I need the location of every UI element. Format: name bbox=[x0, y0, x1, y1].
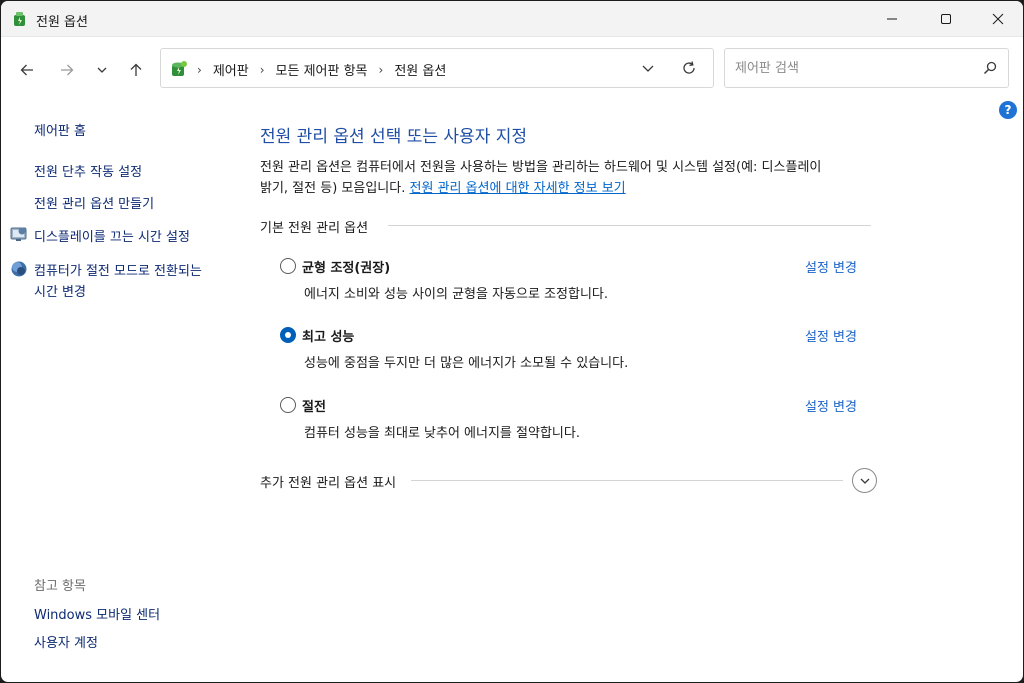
plan-power-saver-change-settings-link[interactable]: 설정 변경 bbox=[805, 396, 857, 415]
plan-power-saver-name[interactable]: 절전 bbox=[302, 396, 326, 415]
page-description: 전원 관리 옵션은 컴퓨터에서 전원을 사용하는 방법을 관리하는 하드웨어 및… bbox=[260, 157, 870, 199]
more-info-link[interactable]: 전원 관리 옵션에 대한 자세한 정보 보기 bbox=[409, 181, 625, 196]
maximize-button[interactable] bbox=[923, 1, 969, 37]
plan-power-saver-radio[interactable] bbox=[280, 397, 296, 413]
sidebar-item-control-panel-home[interactable]: 제어판 홈 bbox=[34, 120, 86, 139]
page-title: 전원 관리 옵션 선택 또는 사용자 지정 bbox=[260, 127, 528, 147]
plan-balanced-change-settings-link[interactable]: 설정 변경 bbox=[805, 257, 857, 276]
recent-locations-chevron-icon[interactable] bbox=[89, 57, 115, 83]
plan-high-performance-radio[interactable] bbox=[280, 327, 296, 343]
up-button[interactable] bbox=[123, 57, 149, 83]
search-input[interactable] bbox=[735, 58, 975, 78]
plan-high-performance-description: 성능에 중점을 두지만 더 많은 에너지가 소모될 수 있습니다. bbox=[304, 356, 629, 371]
plan-balanced-radio[interactable] bbox=[280, 258, 296, 274]
window-title: 전원 옵션 bbox=[36, 15, 88, 30]
power-options-icon bbox=[11, 10, 29, 28]
additional-plans-divider bbox=[411, 480, 843, 481]
sidebar-item-power-button-settings[interactable]: 전원 단추 작동 설정 bbox=[34, 161, 142, 180]
see-also-heading: 참고 항목 bbox=[34, 579, 86, 594]
plan-power-saver-description: 컴퓨터 성능을 최대로 낮추어 에너지를 절약합니다. bbox=[304, 426, 580, 441]
globe-moon-icon bbox=[10, 260, 28, 278]
search-icon[interactable] bbox=[983, 61, 997, 79]
plans-group-label: 기본 전원 관리 옵션 bbox=[260, 221, 369, 236]
sidebar-item-sleep-time-line2[interactable]: 시간 변경 bbox=[34, 281, 86, 300]
description-line2: 밝기, 절전 등) 모음입니다. bbox=[260, 181, 406, 196]
chevron-down-icon bbox=[860, 478, 869, 484]
plan-high-performance-name[interactable]: 최고 성능 bbox=[302, 326, 354, 345]
sidebar-item-create-power-plan[interactable]: 전원 관리 옵션 만들기 bbox=[34, 193, 154, 212]
address-bar[interactable]: › 제어판 › 모든 제어판 항목 › 전원 옵션 bbox=[160, 48, 714, 88]
plan-balanced-name[interactable]: 균형 조정(권장) bbox=[302, 257, 390, 276]
breadcrumb-power-options[interactable]: 전원 옵션 bbox=[394, 60, 446, 79]
plans-group-divider bbox=[388, 225, 871, 226]
help-icon[interactable]: ? bbox=[999, 101, 1017, 119]
plan-high-performance-change-settings-link[interactable]: 설정 변경 bbox=[805, 326, 857, 345]
sidebar-item-user-accounts[interactable]: 사용자 계정 bbox=[34, 632, 98, 651]
control-panel-icon bbox=[169, 59, 189, 79]
power-options-window: 전원 옵션 › 제어판 › 모든 제어판 항목 › 전원 옵션 제어판 검색 ?… bbox=[1, 1, 1023, 682]
breadcrumb-separator: › bbox=[378, 62, 384, 77]
breadcrumb-separator: › bbox=[197, 62, 202, 77]
sidebar-item-mobility-center[interactable]: Windows 모바일 센터 bbox=[34, 604, 160, 623]
expand-additional-plans-button[interactable] bbox=[852, 468, 877, 493]
refresh-icon[interactable] bbox=[681, 60, 697, 80]
back-button[interactable] bbox=[14, 57, 40, 83]
search-box bbox=[724, 48, 1009, 88]
navigation-bar: › 제어판 › 모든 제어판 항목 › 전원 옵션 bbox=[1, 37, 1023, 99]
monitor-icon bbox=[10, 225, 28, 243]
breadcrumb-separator: › bbox=[259, 62, 265, 77]
show-additional-plans-label[interactable]: 추가 전원 관리 옵션 표시 bbox=[260, 472, 396, 491]
address-history-chevron-icon[interactable] bbox=[641, 61, 655, 79]
sidebar-item-display-off-time[interactable]: 디스플레이를 끄는 시간 설정 bbox=[34, 226, 190, 245]
minimize-button[interactable] bbox=[869, 1, 915, 37]
breadcrumb-all-items[interactable]: 모든 제어판 항목 bbox=[276, 60, 368, 79]
plan-balanced-description: 에너지 소비와 성능 사이의 균형을 자동으로 조정합니다. bbox=[304, 287, 609, 302]
title-bar: 전원 옵션 bbox=[1, 1, 1023, 37]
sidebar-item-sleep-time[interactable]: 컴퓨터가 절전 모드로 전환되는 bbox=[34, 260, 202, 279]
forward-button[interactable] bbox=[54, 57, 80, 83]
breadcrumb: › 제어판 › 모든 제어판 항목 › 전원 옵션 bbox=[197, 60, 457, 80]
breadcrumb-control-panel[interactable]: 제어판 bbox=[213, 60, 249, 79]
close-button[interactable] bbox=[975, 1, 1021, 37]
description-line1: 전원 관리 옵션은 컴퓨터에서 전원을 사용하는 방법을 관리하는 하드웨어 및… bbox=[260, 160, 822, 175]
